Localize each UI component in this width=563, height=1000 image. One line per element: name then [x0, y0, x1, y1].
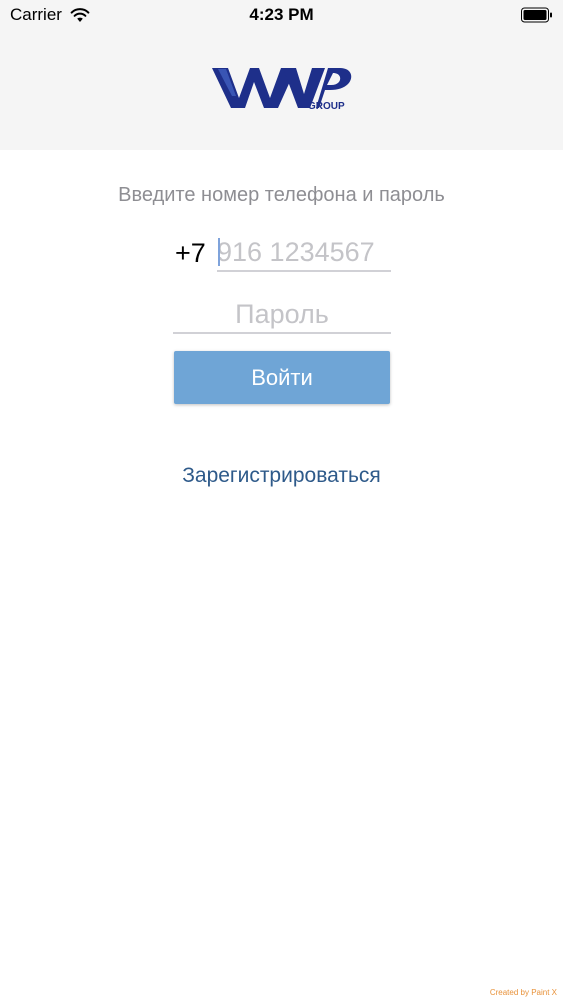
password-input[interactable]	[173, 296, 391, 332]
login-button[interactable]: Войти	[174, 351, 390, 404]
watermark: Created by Paint X	[489, 988, 557, 997]
battery-full-icon	[521, 7, 552, 23]
password-field[interactable]	[173, 296, 391, 334]
status-bar: Carrier 4:23 PM	[0, 0, 563, 30]
register-link[interactable]: Зарегистрироваться	[0, 464, 563, 488]
phone-input[interactable]	[217, 234, 391, 270]
login-prompt: Введите номер телефона и пароль	[118, 184, 445, 206]
header: GROUP	[0, 30, 563, 150]
status-time: 4:23 PM	[249, 5, 314, 24]
text-caret	[218, 238, 220, 266]
wvp-group-logo: GROUP	[212, 68, 352, 110]
svg-text:GROUP: GROUP	[308, 101, 345, 110]
phone-field[interactable]	[217, 234, 391, 272]
phone-row: +7	[175, 234, 391, 272]
phone-prefix: +7	[175, 238, 206, 268]
